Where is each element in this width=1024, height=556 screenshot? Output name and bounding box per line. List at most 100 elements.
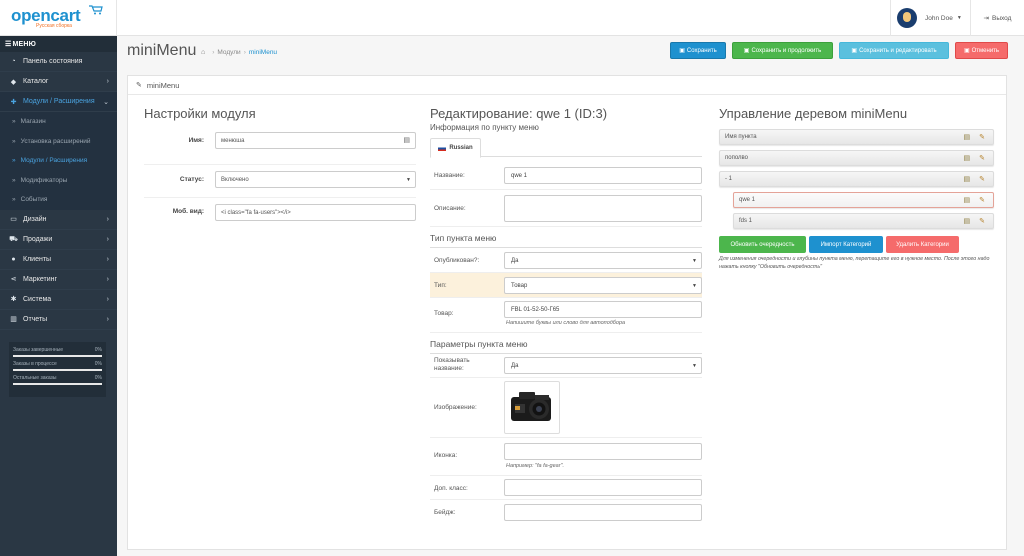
class-label: Доп. класс: xyxy=(434,485,468,492)
tree-item[interactable]: Имя пункта ▤ ✎ xyxy=(719,129,994,145)
breadcrumb-modules[interactable]: Модули xyxy=(217,49,240,56)
show-name-select[interactable]: Да xyxy=(504,357,702,374)
sidebar-item-label: Дизайн xyxy=(23,215,47,223)
sidebar-subitem-events[interactable]: » События xyxy=(0,190,117,210)
tab-russian[interactable]: Russian xyxy=(430,138,481,158)
published-row: Опубликован?: Да xyxy=(430,248,702,273)
name-field[interactable]: менюша ▤ xyxy=(215,132,416,149)
document-icon[interactable]: ▤ xyxy=(964,217,971,225)
mobile-label: Моб. вид: xyxy=(172,208,204,215)
chevron-right-icon: » xyxy=(12,118,16,126)
description-textarea[interactable] xyxy=(504,195,702,222)
home-icon[interactable]: ⌂ xyxy=(201,49,205,56)
document-icon[interactable]: ▤ xyxy=(964,196,971,204)
delete-categories-button[interactable]: Удалить Категории xyxy=(886,236,959,253)
icon-help: Например: "fa fa-gear". xyxy=(506,463,565,469)
document-icon[interactable]: ▤ xyxy=(964,133,971,141)
menu-bars-icon: ☰ xyxy=(5,41,12,48)
status-value: Включено xyxy=(221,176,249,183)
sidebar-subitem-store[interactable]: » Магазин xyxy=(0,112,117,132)
sidebar-subitem-installer[interactable]: » Установка расширений xyxy=(0,131,117,151)
tree-item[interactable]: fds 1 ▤ ✎ xyxy=(733,213,994,229)
progress-value: 0% xyxy=(94,375,102,381)
published-select[interactable]: Да xyxy=(504,252,702,269)
language-tabs: Russian xyxy=(430,138,702,158)
save-button[interactable]: ▣ Сохранить xyxy=(670,42,726,59)
sidebar-item-label: Отчеты xyxy=(23,315,48,323)
progress-row: Заказы завершенные 0% xyxy=(13,347,102,357)
tree-item-label: - 1 xyxy=(725,176,733,182)
user-dropdown[interactable]: John Doe ▼ xyxy=(890,0,970,36)
update-order-button[interactable]: Обновить очередность xyxy=(719,236,806,253)
breadcrumb-separator: › xyxy=(243,49,246,56)
sidebar-item-catalog[interactable]: ◆ Каталог › xyxy=(0,72,117,92)
import-categories-button[interactable]: Импорт Категорий xyxy=(809,236,883,253)
bar-chart-icon: ▥ xyxy=(10,316,17,323)
sidebar-item-system[interactable]: ✱ Система › xyxy=(0,290,117,310)
breadcrumb: ⌂ › Модули › miniMenu xyxy=(201,49,277,56)
tree-item-selected[interactable]: qwe 1 ▤ ✎ xyxy=(733,192,994,208)
document-icon[interactable]: ▤ xyxy=(964,154,971,162)
sidebar-item-label: Панель состояния xyxy=(23,58,83,65)
save-label: Сохранить xyxy=(686,47,717,54)
menu-tree-section: Управление деревом miniMenu Имя пункта ▤… xyxy=(719,106,994,271)
badge-field[interactable] xyxy=(504,504,702,521)
save-continue-button[interactable]: ▣ Сохранить и продолжить xyxy=(732,42,833,59)
settings-heading: Настройки модуля xyxy=(144,106,256,121)
status-row: Статус: Включено xyxy=(144,165,416,198)
page-title: miniMenu xyxy=(127,42,197,59)
menu-header: ☰ МЕНЮ xyxy=(0,36,117,52)
sidebar-item-reports[interactable]: ▥ Отчеты › xyxy=(0,310,117,330)
mobile-view-field[interactable]: <i class="fa fa-users"></i> xyxy=(215,204,416,221)
pencil-icon[interactable]: ✎ xyxy=(979,133,985,141)
type-select[interactable]: Товар xyxy=(504,277,702,294)
sidebar-item-label: Каталог xyxy=(23,78,49,85)
save-edit-label: Сохранить и редактировать xyxy=(859,47,937,54)
sidebar-item-label: Маркетинг xyxy=(23,275,58,283)
sidebar-item-extensions[interactable]: ✚ Модули / Расширения ⌄ xyxy=(0,92,117,112)
status-select[interactable]: Включено xyxy=(215,171,416,188)
logout-link[interactable]: ⇥ Выход xyxy=(970,0,1024,36)
tree-item[interactable]: - 1 ▤ ✎ xyxy=(719,171,994,187)
sidebar-item-marketing[interactable]: ⋖ Маркетинг › xyxy=(0,270,117,290)
sidebar-item-sales[interactable]: ⛟ Продажи › xyxy=(0,230,117,250)
sidebar-subitem-modules[interactable]: » Модули / Расширения xyxy=(0,151,117,171)
chevron-right-icon: › xyxy=(106,78,109,85)
module-settings: Настройки модуля Имя: менюша ▤ Статус: В… xyxy=(144,106,416,228)
published-label: Опубликован?: xyxy=(434,257,480,264)
description-label: Описание: xyxy=(434,205,466,212)
pencil-icon[interactable]: ✎ xyxy=(979,154,985,162)
cancel-button[interactable]: ▣ Отменить xyxy=(955,42,1008,59)
save-edit-button[interactable]: ▣ Сохранить и редактировать xyxy=(839,42,949,59)
breadcrumb-current[interactable]: miniMenu xyxy=(249,49,277,56)
chevron-right-icon: › xyxy=(106,255,109,263)
tree-buttons: Обновить очередность Импорт Категорий Уд… xyxy=(719,236,994,253)
progress-row: Остальные заказы 0% xyxy=(13,375,102,385)
save-icon: ▣ xyxy=(743,48,750,54)
sidebar-subitem-modifications[interactable]: » Модификаторы xyxy=(0,170,117,190)
chevron-right-icon: › xyxy=(106,295,109,303)
pencil-icon[interactable]: ✎ xyxy=(979,175,985,183)
sidebar-item-dashboard[interactable]: ◔ Панель состояния xyxy=(0,52,117,72)
save-icon: ▣ xyxy=(679,48,685,54)
document-icon[interactable]: ▤ xyxy=(964,175,971,183)
class-row: Доп. класс: xyxy=(430,476,702,500)
icon-field[interactable] xyxy=(504,443,702,460)
progress-bar xyxy=(13,383,102,385)
chevron-right-icon: » xyxy=(12,157,16,165)
chevron-right-icon: › xyxy=(106,315,109,323)
class-field[interactable] xyxy=(504,479,702,496)
tree-item[interactable]: пополво ▤ ✎ xyxy=(719,150,994,166)
badge-row: Бейдж: xyxy=(430,500,702,524)
opencart-logo[interactable]: opencart Русская сборка xyxy=(0,0,117,36)
sidebar-item-label: Модули / Расширения xyxy=(23,98,95,105)
pencil-icon[interactable]: ✎ xyxy=(979,196,985,204)
sidebar-item-design[interactable]: ▭ Дизайн › xyxy=(0,210,117,230)
product-field[interactable]: FBL 01-52-50-Г65 xyxy=(504,301,702,318)
pencil-icon[interactable]: ✎ xyxy=(979,217,985,225)
type-value: Товар xyxy=(511,282,528,289)
sidebar-subitem-label: События xyxy=(20,196,48,204)
item-name-field[interactable]: qwe 1 xyxy=(504,167,702,184)
product-image-thumbnail[interactable] xyxy=(504,381,560,434)
sidebar-item-customers[interactable]: ● Клиенты › xyxy=(0,250,117,270)
